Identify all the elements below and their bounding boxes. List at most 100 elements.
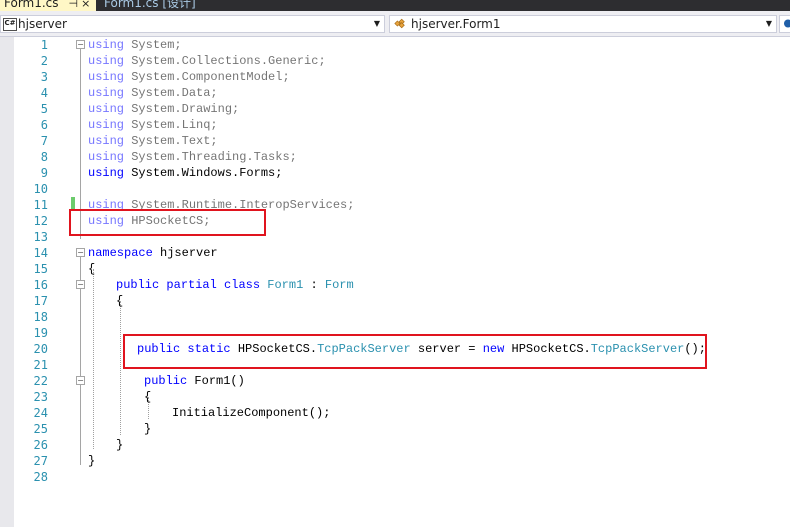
line-number: 28	[33, 470, 48, 484]
code-token: System.Data;	[124, 86, 218, 100]
member-dropdown[interactable]	[779, 15, 790, 33]
keyword-token: using	[88, 54, 125, 68]
line-number: 11	[33, 198, 48, 212]
chevron-down-icon[interactable]: ▼	[763, 16, 775, 32]
keyword-token: using	[88, 102, 125, 116]
code-token: }	[116, 438, 124, 452]
code-text: using System.Text;	[88, 133, 218, 149]
code-line[interactable]: 7 using System.Text;	[0, 133, 790, 149]
project-name: hjserver	[18, 17, 67, 31]
line-number: 1	[40, 38, 48, 52]
code-line[interactable]: 24 InitializeComponent();	[0, 405, 790, 421]
line-number: 7	[40, 134, 48, 148]
line-number: 2	[40, 54, 48, 68]
code-token: }	[144, 422, 152, 436]
tab-form1-cs[interactable]: Form1.cs ⊣ ×	[0, 0, 96, 11]
line-number: 10	[33, 182, 48, 196]
project-dropdown[interactable]: C# hjserver ▼	[0, 15, 385, 33]
code-line[interactable]: 23 {	[0, 389, 790, 405]
keyword-token: using	[88, 150, 125, 164]
line-number: 22	[33, 374, 48, 388]
keyword-token: public	[116, 278, 160, 292]
code-token: :	[303, 278, 325, 292]
code-line[interactable]: 27}	[0, 453, 790, 469]
line-number: 15	[33, 262, 48, 276]
close-icon[interactable]: ×	[81, 0, 90, 10]
code-line[interactable]: 2 using System.Collections.Generic;	[0, 53, 790, 69]
line-number: 24	[33, 406, 48, 420]
tab-label: Form1.cs [设计]	[104, 0, 196, 10]
highlight-box-using-hpsocketcs	[69, 209, 266, 236]
class-name: hjserver.Form1	[411, 17, 501, 31]
code-line[interactable]: 9 using System.Windows.Forms;	[0, 165, 790, 181]
code-token: {	[116, 294, 124, 308]
code-line[interactable]: 17 {	[0, 293, 790, 309]
code-editor[interactable]: − − − − 1 using System; 2 using System.Coll…	[0, 37, 790, 527]
line-number: 4	[40, 86, 48, 100]
code-token: {	[144, 390, 152, 404]
code-token: Form1()	[187, 374, 245, 388]
code-token: System.Threading.Tasks;	[124, 150, 297, 164]
line-number: 6	[40, 118, 48, 132]
class-dropdown[interactable]: hjserver.Form1 ▼	[389, 15, 777, 33]
code-text: using System;	[88, 37, 182, 53]
line-number: 23	[33, 390, 48, 404]
line-number: 9	[40, 166, 48, 180]
code-token: System.Text;	[124, 134, 218, 148]
code-token: }	[88, 454, 96, 468]
keyword-token: partial	[166, 278, 217, 292]
code-text: public Form1()	[144, 373, 245, 389]
keyword-token: using	[88, 134, 125, 148]
line-number: 26	[33, 438, 48, 452]
chevron-down-icon[interactable]: ▼	[371, 16, 383, 32]
code-text: {	[144, 389, 151, 405]
code-text: }	[116, 437, 123, 453]
code-text: using System.Drawing;	[88, 101, 239, 117]
code-line[interactable]: 25}	[0, 421, 790, 437]
csharp-project-icon: C#	[3, 18, 17, 31]
keyword-token: using	[88, 38, 125, 52]
code-line[interactable]: 18	[0, 309, 790, 325]
code-text: {	[116, 293, 123, 309]
code-text: }	[88, 453, 95, 469]
line-number: 8	[40, 150, 48, 164]
code-line[interactable]: 15 {	[0, 261, 790, 277]
code-line[interactable]: 1 using System;	[0, 37, 790, 53]
code-line[interactable]: 16 public partial class Form1 : Form	[0, 277, 790, 293]
code-token: System.Windows.Forms;	[124, 166, 283, 180]
code-line[interactable]: 6 using System.Linq;	[0, 117, 790, 133]
code-line[interactable]: 26}	[0, 437, 790, 453]
keyword-token: namespace	[88, 246, 153, 260]
code-line[interactable]: 4 using System.Data;	[0, 85, 790, 101]
keyword-token: using	[88, 86, 125, 100]
code-token: System.Drawing;	[124, 102, 240, 116]
keyword-token: using	[88, 166, 125, 180]
member-icon	[784, 19, 790, 28]
code-line[interactable]: 5 using System.Drawing;	[0, 101, 790, 117]
code-token: {	[88, 262, 96, 276]
code-line[interactable]: 28	[0, 469, 790, 485]
pin-icon[interactable]: ⊣	[69, 0, 79, 10]
type-token: Form1	[267, 278, 304, 292]
code-token: System;	[124, 38, 182, 52]
code-token: System.Linq;	[124, 118, 218, 132]
code-line[interactable]: 14 namespace hjserver	[0, 245, 790, 261]
code-text: }	[144, 421, 151, 437]
line-number: 13	[33, 230, 48, 244]
line-number: 3	[40, 70, 48, 84]
line-number: 17	[33, 294, 48, 308]
tab-form1-designer[interactable]: Form1.cs [设计]	[100, 0, 200, 11]
code-text: using System.ComponentModel;	[88, 69, 290, 85]
code-line[interactable]: 8 using System.Threading.Tasks;	[0, 149, 790, 165]
line-number: 21	[33, 358, 48, 372]
code-text: using System.Windows.Forms;	[88, 165, 282, 181]
code-text: {	[88, 261, 95, 277]
code-line[interactable]: 10	[0, 181, 790, 197]
code-line[interactable]: 22 public Form1()	[0, 373, 790, 389]
line-number: 18	[33, 310, 48, 324]
class-icon	[394, 18, 405, 29]
line-number: 25	[33, 422, 48, 436]
code-line[interactable]: 3 using System.ComponentModel;	[0, 69, 790, 85]
type-token: Form	[324, 278, 354, 292]
